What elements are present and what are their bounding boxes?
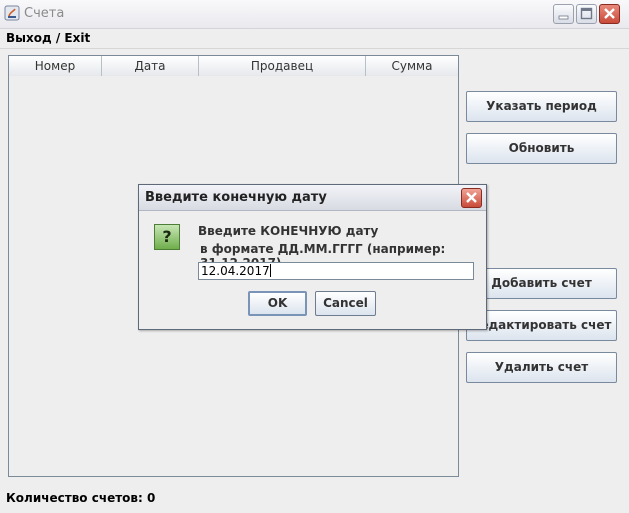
edit-invoice-button[interactable]: Редактировать счет xyxy=(466,310,617,341)
end-date-dialog: Введите конечную дату ? Введите КОНЕЧНУЮ… xyxy=(138,184,487,330)
delete-invoice-button[interactable]: Удалить счет xyxy=(466,352,617,383)
app-window-icon xyxy=(4,5,20,21)
menu-exit[interactable]: Выход / Exit xyxy=(6,31,90,45)
minimize-button[interactable] xyxy=(553,4,574,24)
dialog-close-button[interactable] xyxy=(461,188,482,208)
column-amount[interactable]: Сумма xyxy=(366,56,458,76)
menu-bar: Выход / Exit xyxy=(0,29,629,49)
add-invoice-button[interactable]: Добавить счет xyxy=(466,268,617,299)
refresh-button[interactable]: Обновить xyxy=(466,133,617,164)
ok-button[interactable]: OK xyxy=(248,291,307,316)
question-icon: ? xyxy=(154,224,180,250)
end-date-input[interactable]: 12.04.2017 xyxy=(198,262,474,280)
maximize-button[interactable] xyxy=(576,4,597,24)
close-icon xyxy=(604,8,615,19)
dialog-titlebar: Введите конечную дату xyxy=(139,185,486,211)
column-date[interactable]: Дата xyxy=(102,56,199,76)
cancel-button[interactable]: Cancel xyxy=(315,291,376,316)
window-titlebar: Счета xyxy=(0,0,629,29)
close-icon xyxy=(466,192,477,203)
text-caret xyxy=(269,264,271,277)
end-date-input-value: 12.04.2017 xyxy=(201,264,270,278)
minimize-icon xyxy=(558,15,569,20)
dialog-message-line1: Введите КОНЕЧНУЮ дату xyxy=(198,224,379,238)
maximize-icon xyxy=(580,7,593,20)
invoice-count-status: Количество счетов: 0 xyxy=(6,491,156,505)
table-header: Номер Дата Продавец Сумма xyxy=(9,56,458,76)
close-button[interactable] xyxy=(599,4,620,24)
window-title: Счета xyxy=(24,6,65,21)
column-seller[interactable]: Продавец xyxy=(199,56,366,76)
column-number[interactable]: Номер xyxy=(9,56,102,76)
set-period-button[interactable]: Указать период xyxy=(466,91,617,122)
dialog-title: Введите конечную дату xyxy=(145,190,327,205)
